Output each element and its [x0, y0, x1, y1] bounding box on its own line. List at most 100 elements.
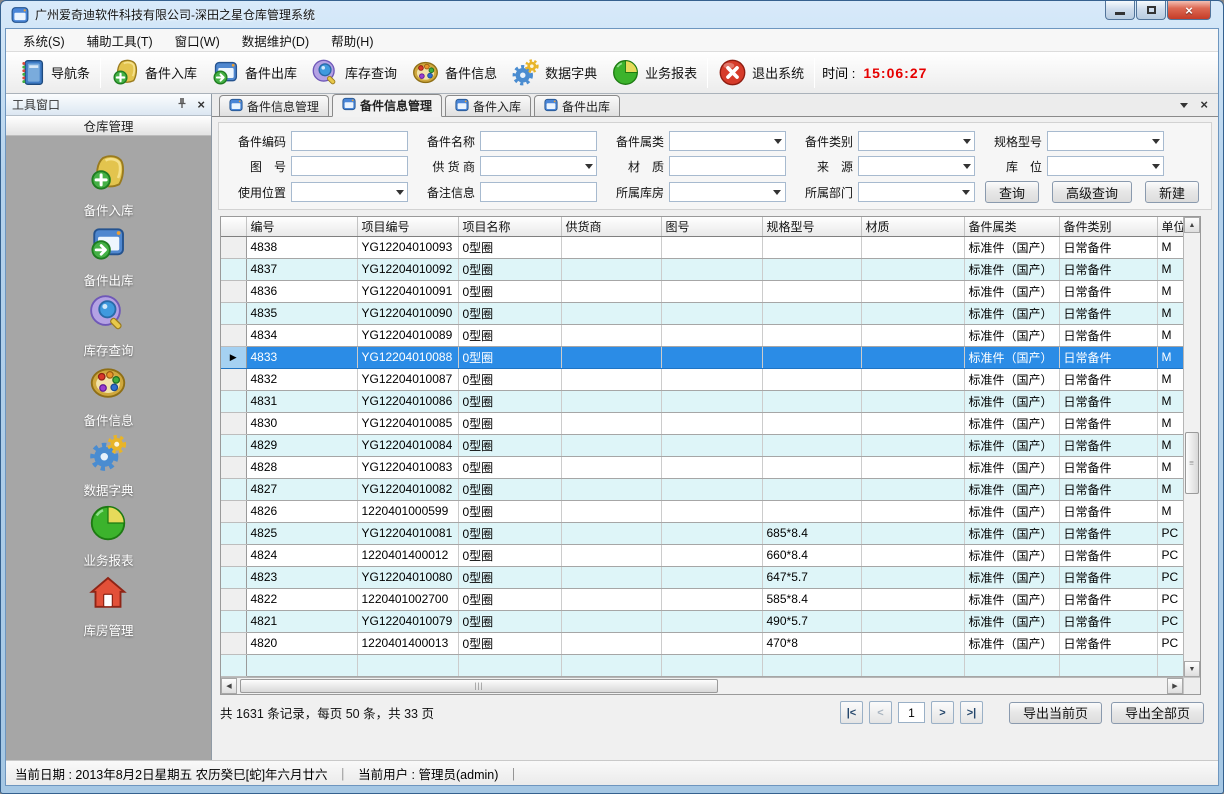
form-input[interactable]	[480, 131, 597, 151]
scroll-left-icon[interactable]: ◀	[221, 678, 237, 694]
vertical-scrollbar[interactable]: ▲ ≡ ▼	[1183, 217, 1200, 677]
toolbar-stock-query[interactable]: 库存查询	[304, 54, 404, 91]
table-row[interactable]: 4838YG122040100930型圈标准件（国产）日常备件M	[221, 236, 1183, 258]
form-combo[interactable]	[291, 182, 408, 202]
chevron-down-icon[interactable]	[1148, 157, 1163, 175]
menu-system[interactable]: 系统(S)	[12, 28, 76, 53]
tab-list-dropdown-icon[interactable]	[1180, 103, 1188, 108]
first-page-button[interactable]: |<	[840, 701, 863, 724]
form-combo[interactable]	[1047, 131, 1164, 151]
grid-col-header[interactable]: 项目名称	[458, 217, 561, 236]
table-row[interactable]: 4823YG122040100800型圈647*5.7标准件（国产）日常备件PC	[221, 566, 1183, 588]
toolbar-parts-outbound[interactable]: 备件出库	[204, 54, 304, 91]
row-header[interactable]	[221, 632, 246, 654]
table-row[interactable]: ▶4833YG122040100880型圈标准件（国产）日常备件M	[221, 346, 1183, 368]
table-row[interactable]: 482412204014000120型圈660*8.4标准件（国产）日常备件PC	[221, 544, 1183, 566]
sidebar-item-warehouse-mgmt[interactable]: 库房管理	[83, 573, 133, 643]
table-row[interactable]: 482012204014000130型圈470*8标准件（国产）日常备件PC	[221, 632, 1183, 654]
prev-page-button[interactable]: <	[869, 701, 892, 724]
panel-close-icon[interactable]: ×	[197, 99, 205, 111]
form-combo[interactable]	[480, 156, 597, 176]
sidebar-group-header[interactable]: 仓库管理	[6, 116, 211, 136]
table-row[interactable]: 4830YG122040100850型圈标准件（国产）日常备件M	[221, 412, 1183, 434]
table-row[interactable]: 4821YG122040100790型圈490*5.7标准件（国产）日常备件PC	[221, 610, 1183, 632]
maximize-button[interactable]	[1136, 1, 1166, 20]
row-header[interactable]	[221, 610, 246, 632]
row-header[interactable]	[221, 302, 246, 324]
new-button[interactable]: 新建	[1145, 181, 1199, 203]
grid-corner-header[interactable]	[221, 217, 246, 236]
menu-window[interactable]: 窗口(W)	[164, 28, 231, 53]
toolbar-exit-system[interactable]: 退出系统	[711, 54, 811, 91]
minimize-button[interactable]	[1105, 1, 1135, 20]
chevron-down-icon[interactable]	[770, 132, 785, 150]
sidebar-item-data-dictionary[interactable]: 数据字典	[83, 433, 133, 503]
form-input[interactable]	[480, 182, 597, 202]
chevron-down-icon[interactable]	[392, 183, 407, 201]
row-header[interactable]	[221, 412, 246, 434]
form-combo[interactable]	[858, 182, 975, 202]
scroll-down-icon[interactable]: ▼	[1184, 661, 1200, 677]
table-row[interactable]: 482612204010005990型圈标准件（国产）日常备件M	[221, 500, 1183, 522]
row-header[interactable]: ▶	[221, 346, 246, 368]
scroll-right-icon[interactable]: ▶	[1167, 678, 1183, 694]
chevron-down-icon[interactable]	[770, 183, 785, 201]
last-page-button[interactable]: >|	[960, 701, 983, 724]
grid-col-header[interactable]: 材质	[861, 217, 964, 236]
toolbar-parts-info[interactable]: 备件信息	[404, 54, 504, 91]
row-header[interactable]	[221, 390, 246, 412]
form-input[interactable]	[291, 156, 408, 176]
row-header[interactable]	[221, 588, 246, 610]
grid-col-header[interactable]: 单位	[1157, 217, 1183, 236]
tab-parts-info-mgmt-2[interactable]: 备件信息管理	[332, 94, 442, 117]
next-page-button[interactable]: >	[931, 701, 954, 724]
table-row[interactable]: 482212204010027000型圈585*8.4标准件（国产）日常备件PC	[221, 588, 1183, 610]
chevron-down-icon[interactable]	[581, 157, 596, 175]
row-header[interactable]	[221, 280, 246, 302]
chevron-down-icon[interactable]	[959, 183, 974, 201]
menu-help[interactable]: 帮助(H)	[320, 28, 384, 53]
form-combo[interactable]	[858, 156, 975, 176]
form-input[interactable]	[669, 156, 786, 176]
horizontal-scroll-thumb[interactable]: |||	[240, 679, 718, 693]
grid-col-header[interactable]: 项目编号	[357, 217, 458, 236]
search-button[interactable]: 查询	[985, 181, 1039, 203]
toolbar-business-report[interactable]: 业务报表	[604, 54, 704, 91]
table-row[interactable]: 4837YG122040100920型圈标准件（国产）日常备件M	[221, 258, 1183, 280]
sidebar-item-parts-info[interactable]: 备件信息	[83, 363, 133, 433]
row-header[interactable]	[221, 324, 246, 346]
form-combo[interactable]	[858, 131, 975, 151]
menu-aux-tools[interactable]: 辅助工具(T)	[76, 28, 164, 53]
row-header[interactable]	[221, 456, 246, 478]
row-header[interactable]	[221, 522, 246, 544]
form-combo[interactable]	[669, 182, 786, 202]
menu-data-maintenance[interactable]: 数据维护(D)	[231, 28, 320, 53]
advanced-search-button[interactable]: 高级查询	[1052, 181, 1132, 203]
grid-col-header[interactable]: 编号	[246, 217, 357, 236]
row-header[interactable]	[221, 544, 246, 566]
chevron-down-icon[interactable]	[959, 157, 974, 175]
grid-col-header[interactable]: 图号	[661, 217, 762, 236]
tab-parts-outbound[interactable]: 备件出库	[534, 95, 620, 116]
tab-parts-inbound[interactable]: 备件入库	[445, 95, 531, 116]
table-row[interactable]: 4828YG122040100830型圈标准件（国产）日常备件M	[221, 456, 1183, 478]
export-current-page-button[interactable]: 导出当前页	[1009, 702, 1102, 724]
close-button[interactable]: ×	[1167, 1, 1211, 20]
sidebar-item-stock-query[interactable]: 库存查询	[83, 293, 133, 363]
form-combo[interactable]	[669, 131, 786, 151]
toolbar-parts-inbound[interactable]: 备件入库	[104, 54, 204, 91]
table-row[interactable]: 4832YG122040100870型圈标准件（国产）日常备件M	[221, 368, 1183, 390]
scroll-up-icon[interactable]: ▲	[1184, 217, 1200, 233]
row-header[interactable]	[221, 368, 246, 390]
table-row[interactable]: 4831YG122040100860型圈标准件（国产）日常备件M	[221, 390, 1183, 412]
form-combo[interactable]	[1047, 156, 1164, 176]
vertical-scroll-thumb[interactable]: ≡	[1185, 432, 1199, 494]
toolbar-data-dictionary[interactable]: 数据字典	[504, 54, 604, 91]
table-row[interactable]: 4835YG122040100900型圈标准件（国产）日常备件M	[221, 302, 1183, 324]
row-header[interactable]	[221, 434, 246, 456]
grid-col-header[interactable]: 备件属类	[964, 217, 1059, 236]
chevron-down-icon[interactable]	[959, 132, 974, 150]
row-header[interactable]	[221, 566, 246, 588]
row-header[interactable]	[221, 500, 246, 522]
grid-col-header[interactable]: 规格型号	[762, 217, 861, 236]
